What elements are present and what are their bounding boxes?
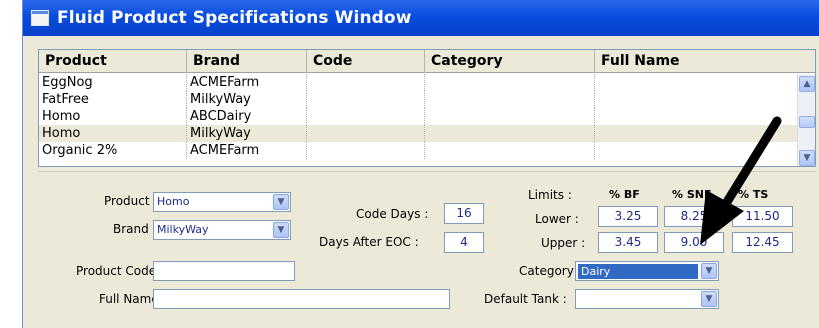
cell-code [307,125,425,142]
table-row[interactable]: Organic 2% ACMEFarm [39,142,799,159]
cell-product: Homo [39,125,187,142]
column-snf: % SNF [672,188,712,201]
fluid-product-window: Fluid Product Specifications Window Prod… [22,0,819,328]
cell-category [425,91,595,108]
table-row[interactable]: EggNog ACMEFarm [39,74,799,91]
product-code-field[interactable] [153,261,295,281]
chevron-down-icon[interactable]: ▼ [701,291,717,307]
cell-product: EggNog [39,74,187,91]
lower-snf-field[interactable]: 8.25 [664,206,724,227]
product-code-label: Product Code : [76,264,164,278]
upper-label: Upper : [541,236,586,250]
table-row-selected[interactable]: Homo MilkyWay [39,125,799,142]
table-header: Product Brand Code Category Full Name [39,50,815,73]
brand-label: Brand : [113,222,157,236]
lower-label: Lower : [535,212,579,226]
limits-label: Limits : [528,188,572,202]
category-select-value: Dairy [578,264,698,279]
product-select[interactable]: Homo ▼ [153,192,291,212]
chevron-up-icon[interactable]: ▲ [799,76,815,92]
cell-brand: ACMEFarm [187,74,307,91]
cell-category [425,125,595,142]
code-days-label: Code Days : [356,207,429,221]
days-after-eoc-field[interactable]: 4 [444,232,484,253]
product-form: Product : Homo ▼ Brand : MilkyWay ▼ Code… [38,171,816,321]
category-select[interactable]: Dairy ▼ [575,261,719,281]
column-ts: % TS [738,188,769,201]
cell-brand: ABCDairy [187,108,307,125]
full-name-field[interactable] [153,289,450,309]
days-after-eoc-label: Days After EOC : [319,235,419,249]
cell-full-name [595,91,799,108]
cell-full-name [595,108,799,125]
cell-full-name [595,125,799,142]
product-table: Product Brand Code Category Full Name Eg… [38,49,816,167]
table-row[interactable]: FatFree MilkyWay [39,91,799,108]
column-header-full-name[interactable]: Full Name [595,50,815,73]
cell-brand: MilkyWay [187,125,307,142]
column-header-code[interactable]: Code [307,50,425,73]
table-row[interactable]: Homo ABCDairy [39,108,799,125]
cell-full-name [595,74,799,91]
title-bar[interactable]: Fluid Product Specifications Window [23,0,819,36]
upper-snf-field[interactable]: 9.00 [664,232,724,253]
cell-code [307,142,425,159]
code-days-field[interactable]: 16 [444,203,484,224]
table-scrollbar[interactable]: ▲ ▼ [797,74,815,166]
cell-code [307,74,425,91]
scrollbar-thumb[interactable] [799,116,815,128]
cell-brand: ACMEFarm [187,142,307,159]
chevron-down-icon[interactable]: ▼ [273,222,289,238]
cell-product: Organic 2% [39,142,187,159]
brand-select[interactable]: MilkyWay ▼ [153,220,291,240]
cell-category [425,108,595,125]
cell-brand: MilkyWay [187,91,307,108]
product-label: Product : [104,194,158,208]
brand-select-value: MilkyWay [157,223,209,236]
product-select-value: Homo [157,195,190,208]
cell-code [307,108,425,125]
category-label: Category : [519,264,582,278]
default-tank-label: Default Tank : [484,292,567,306]
column-header-product[interactable]: Product [39,50,187,73]
cell-full-name [595,142,799,159]
default-tank-select[interactable]: ▼ [575,289,719,309]
chevron-down-icon[interactable]: ▼ [799,150,815,166]
upper-ts-field[interactable]: 12.45 [732,232,793,253]
cell-category [425,142,595,159]
window-icon [31,10,49,26]
lower-ts-field[interactable]: 11.50 [732,206,793,227]
upper-bf-field[interactable]: 3.45 [598,232,658,253]
cell-code [307,91,425,108]
lower-bf-field[interactable]: 3.25 [598,206,658,227]
cell-product: FatFree [39,91,187,108]
cell-category [425,74,595,91]
chevron-down-icon[interactable]: ▼ [273,194,289,210]
column-header-brand[interactable]: Brand [187,50,307,73]
chevron-down-icon[interactable]: ▼ [701,263,717,279]
window-title: Fluid Product Specifications Window [57,8,412,28]
cell-product: Homo [39,108,187,125]
column-header-category[interactable]: Category [425,50,595,73]
column-bf: % BF [609,188,640,201]
